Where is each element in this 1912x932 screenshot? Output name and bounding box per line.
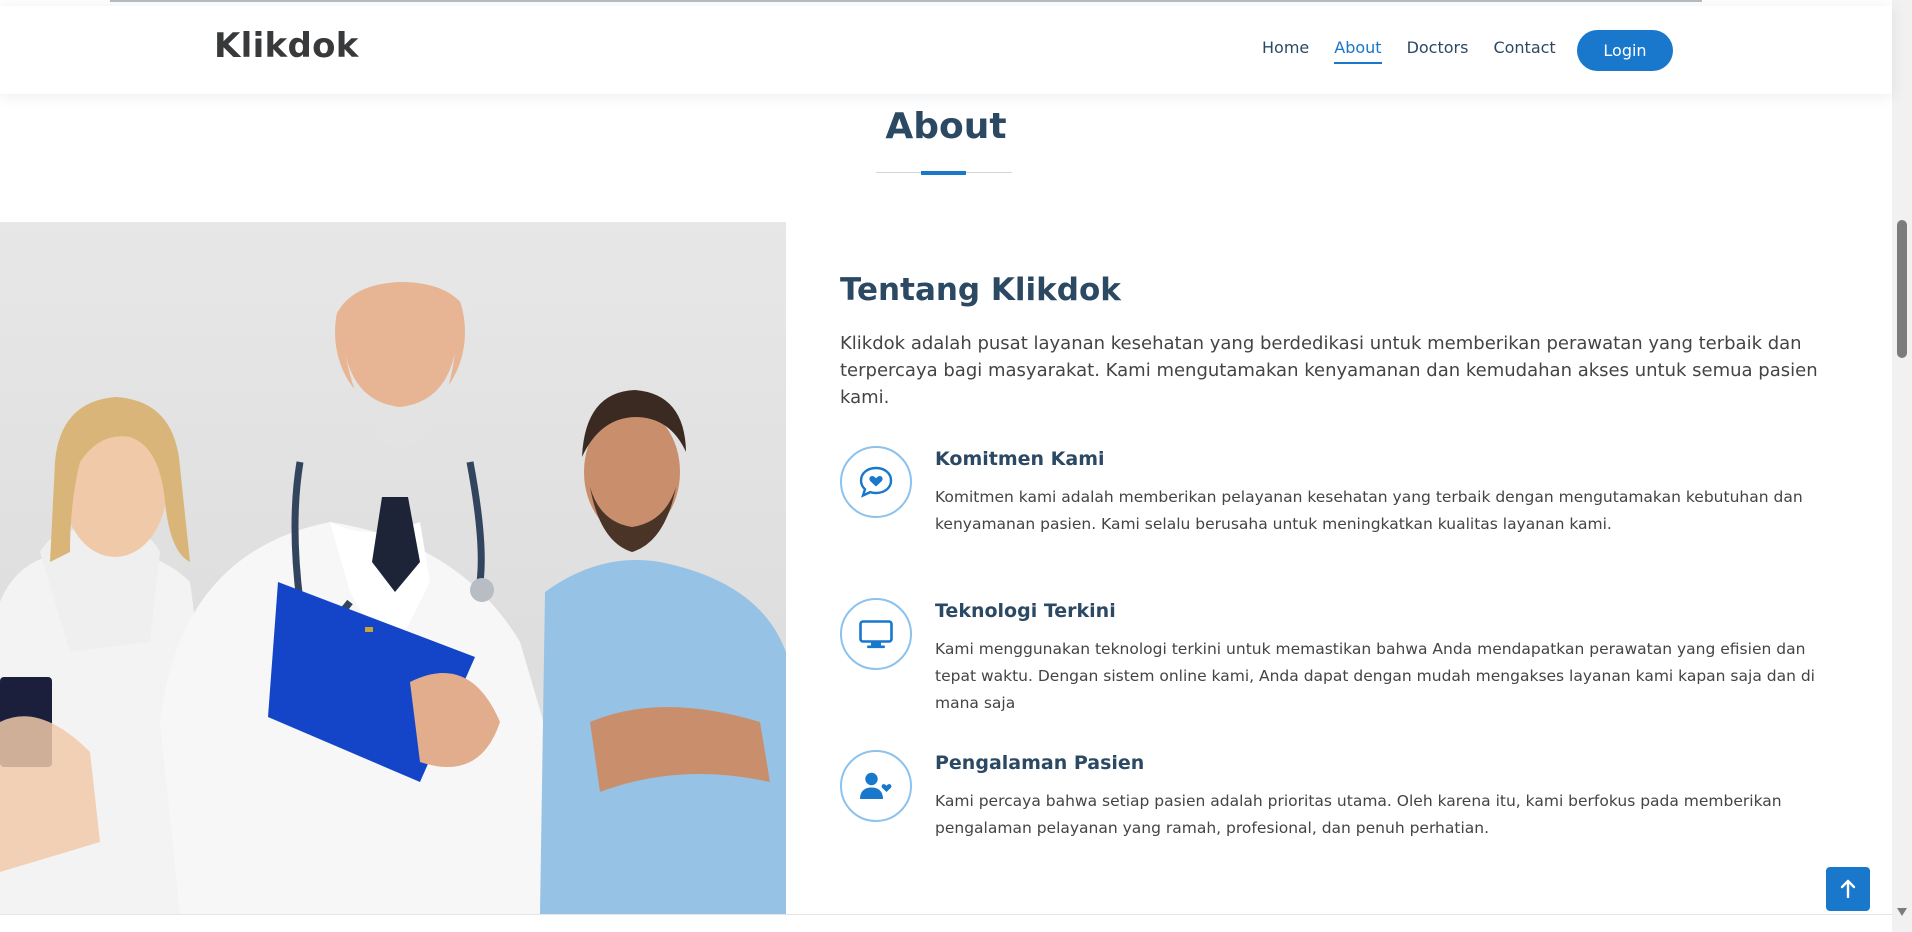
nav-about[interactable]: About xyxy=(1334,38,1382,64)
page-scrollbar[interactable] xyxy=(1892,0,1912,932)
scrollbar-thumb[interactable] xyxy=(1897,220,1907,358)
doctors-illustration xyxy=(0,250,786,914)
feature-description: Kami percaya bahwa setiap pasien adalah … xyxy=(935,792,1782,837)
section-title-text: About xyxy=(885,106,1007,147)
section-title: About xyxy=(0,106,1892,147)
nav-doctors[interactable]: Doctors xyxy=(1407,38,1469,64)
window-bottom-edge xyxy=(0,914,1892,932)
nav-home[interactable]: Home xyxy=(1262,38,1309,64)
site-header: Klikdok Home About Doctors Contact Login xyxy=(0,6,1892,94)
feature-description: Komitmen kami adalah memberikan pelayana… xyxy=(935,488,1803,533)
feature-title: Pengalaman Pasien xyxy=(935,752,1145,774)
about-intro: Klikdok adalah pusat layanan kesehatan y… xyxy=(840,333,1818,408)
title-accent-bar xyxy=(921,171,966,175)
browser-top-strip xyxy=(110,0,1702,2)
monitor-icon xyxy=(840,598,912,670)
login-button[interactable]: Login xyxy=(1577,30,1673,71)
senior-doctor-figure xyxy=(160,250,600,914)
about-heading: Tentang Klikdok xyxy=(840,272,1121,308)
feature-title: Teknologi Terkini xyxy=(935,600,1116,622)
main-nav: Home About Doctors Contact xyxy=(1262,38,1581,64)
page: Klikdok Home About Doctors Contact Login… xyxy=(0,0,1912,932)
feature-description: Kami menggunakan teknologi terkini untuk… xyxy=(935,640,1815,712)
chat-heart-icon xyxy=(840,446,912,518)
scroll-down-arrow-icon[interactable] xyxy=(1897,908,1907,916)
doctors-team-image xyxy=(0,222,786,914)
arrow-up-icon xyxy=(1840,879,1856,899)
back-to-top-button[interactable] xyxy=(1826,867,1870,911)
about-content: Tentang Klikdok xyxy=(840,272,1840,308)
person-heart-icon xyxy=(840,750,912,822)
feature-title: Komitmen Kami xyxy=(935,448,1105,470)
nav-contact[interactable]: Contact xyxy=(1493,38,1555,64)
young-doctor-figure xyxy=(540,390,786,914)
site-logo[interactable]: Klikdok xyxy=(214,26,359,66)
